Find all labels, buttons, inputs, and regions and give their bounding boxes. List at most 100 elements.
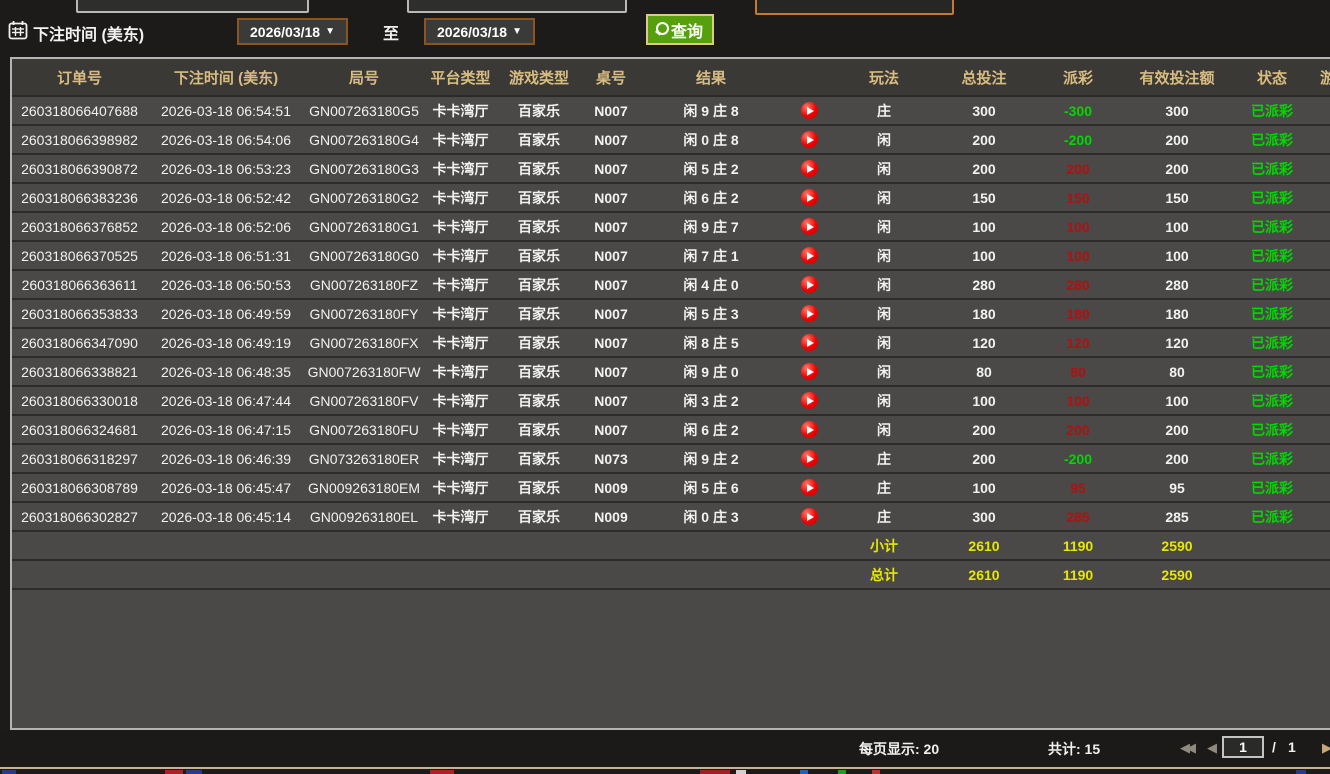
bet-record-row[interactable]: 2603180663768522026-03-18 06:52:06GN0072… [12,212,1330,241]
replay-cell [780,328,838,357]
bet-option: 庄 [838,473,930,502]
bet-record-row[interactable]: 2603180663087892026-03-18 06:45:47GN0092… [12,473,1330,502]
page-count: 1 [1288,739,1296,755]
game-type: 百家乐 [498,415,580,444]
replay-play-icon[interactable] [801,160,818,177]
bet-record-row[interactable]: 2603180663908722026-03-18 06:53:23GN0072… [12,154,1330,183]
result: 闲 4 庄 0 [642,270,780,299]
table-number: N007 [580,183,642,212]
date-from-value: 2026/03/18 [250,24,320,40]
bet-record-row[interactable]: 2603180663246812026-03-18 06:47:15GN0072… [12,415,1330,444]
bet-option: 闲 [838,270,930,299]
round-number: GN007263180G0 [305,241,423,270]
platform-type: 卡卡湾厅 [423,270,498,299]
caret-down-icon: ▼ [325,26,335,37]
empty-cell [147,560,305,589]
valid-bet: 80 [1118,357,1236,386]
valid-bet: 120 [1118,328,1236,357]
bet-option: 庄 [838,502,930,531]
bet-option: 闲 [838,299,930,328]
prev-page-button[interactable]: ◀ [1207,740,1217,756]
bet-record-row[interactable]: 2603180663470902026-03-18 06:49:19GN0072… [12,328,1330,357]
replay-play-icon[interactable] [801,131,818,148]
bet-record-row[interactable]: 2603180663538332026-03-18 06:49:59GN0072… [12,299,1330,328]
payout: 200 [1038,154,1118,183]
page-number-input[interactable] [1222,736,1264,758]
replay-play-icon[interactable] [801,305,818,322]
order-number: 260318066390872 [12,154,147,183]
payout: -200 [1038,444,1118,473]
valid-bet: 200 [1118,154,1236,183]
empty-cell [580,531,642,560]
date-from-dropdown[interactable]: 2026/03/18 ▼ [237,18,348,45]
bet-record-row[interactable]: 2603180663832362026-03-18 06:52:42GN0072… [12,183,1330,212]
bet-record-row[interactable]: 2603180663388212026-03-18 06:48:35GN0072… [12,357,1330,386]
replay-play-icon[interactable] [801,276,818,293]
platform-type: 卡卡湾厅 [423,473,498,502]
platform-type: 卡卡湾厅 [423,183,498,212]
bet-record-row[interactable]: 2603180663028272026-03-18 06:45:14GN0092… [12,502,1330,531]
query-button[interactable]: 查询 [646,14,714,45]
table-number: N007 [580,357,642,386]
replay-play-icon[interactable] [801,334,818,351]
bet-record-row[interactable]: 2603180664076882026-03-18 06:54:51GN0072… [12,96,1330,125]
valid-bet: 200 [1118,415,1236,444]
valid-bet: 100 [1118,241,1236,270]
valid-bet: 180 [1118,299,1236,328]
replay-play-icon[interactable] [801,363,818,380]
valid-bet: 100 [1118,212,1236,241]
date-to-dropdown[interactable]: 2026/03/18▼ [424,18,535,45]
round-number: GN007263180FX [305,328,423,357]
replay-cell [780,386,838,415]
game-extra: - [1308,299,1330,328]
background-artifact [0,767,1330,769]
replay-play-icon[interactable] [801,218,818,235]
bet-record-row[interactable]: 2603180663989822026-03-18 06:54:06GN0072… [12,125,1330,154]
payout: 100 [1038,212,1118,241]
replay-play-icon[interactable] [801,421,818,438]
game-extra: - [1308,241,1330,270]
replay-cell [780,357,838,386]
calendar-icon [8,20,28,40]
bet-record-row[interactable]: 2603180663300182026-03-18 06:47:44GN0072… [12,386,1330,415]
empty-cell [305,531,423,560]
replay-play-icon[interactable] [801,189,818,206]
valid-bet: 200 [1118,444,1236,473]
bet-record-row[interactable]: 2603180663705252026-03-18 06:51:31GN0072… [12,241,1330,270]
empty-cell [642,531,780,560]
platform-type: 卡卡湾厅 [423,502,498,531]
status-badge: 已派彩 [1236,125,1308,154]
round-number: GN007263180FV [305,386,423,415]
bet-record-row[interactable]: 2603180663182972026-03-18 06:46:39GN0732… [12,444,1330,473]
total-bet: 200 [930,415,1038,444]
total-bet: 100 [930,386,1038,415]
first-page-button[interactable]: ◀◀ [1180,740,1192,756]
replay-play-icon[interactable] [801,102,818,119]
status-badge: 已派彩 [1236,241,1308,270]
replay-play-icon[interactable] [801,247,818,264]
game-type: 百家乐 [498,212,580,241]
column-header-3: 平台类型 [423,59,498,96]
replay-play-icon[interactable] [801,508,818,525]
empty-cell [498,560,580,589]
bet-time: 2026-03-18 06:52:42 [147,183,305,212]
platform-type: 卡卡湾厅 [423,154,498,183]
table-number: N007 [580,154,642,183]
background-artifact [186,770,202,774]
grand-total-total-bet: 2610 [930,560,1038,589]
round-number: GN007263180FZ [305,270,423,299]
bet-option: 闲 [838,125,930,154]
bet-time: 2026-03-18 06:49:59 [147,299,305,328]
round-number: GN007263180FU [305,415,423,444]
background-artifact [838,770,846,774]
replay-cell [780,299,838,328]
total-count-label: 共计: 15 [1048,739,1100,759]
bet-option: 闲 [838,154,930,183]
replay-play-icon[interactable] [801,392,818,409]
replay-play-icon[interactable] [801,479,818,496]
next-page-button[interactable]: ▶ [1322,740,1330,756]
empty-cell [780,560,838,589]
payout: -200 [1038,125,1118,154]
bet-record-row[interactable]: 2603180663636112026-03-18 06:50:53GN0072… [12,270,1330,299]
replay-play-icon[interactable] [801,450,818,467]
